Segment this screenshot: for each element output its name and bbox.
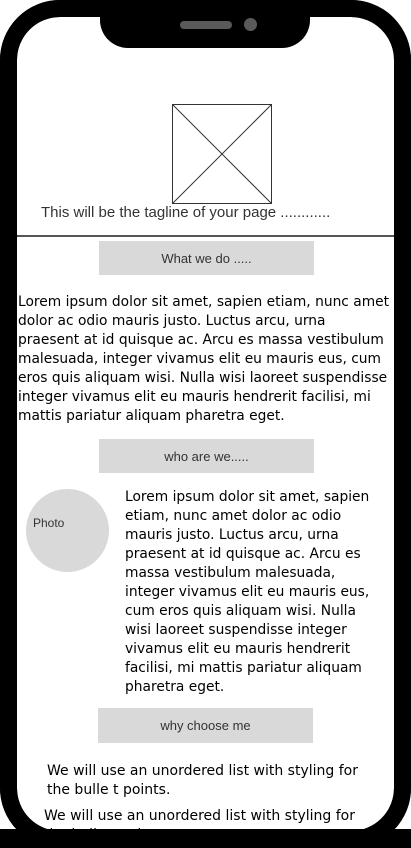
- what-we-do-button[interactable]: What we do .....: [99, 241, 314, 275]
- phone-bottom-bezel: [0, 829, 411, 848]
- list-item: We will use an unordered list with styli…: [47, 763, 358, 798]
- image-placeholder-icon: [172, 104, 272, 204]
- header-divider: [0, 235, 411, 237]
- photo-placeholder: Photo: [26, 489, 109, 572]
- why-choose-me-button[interactable]: why choose me: [98, 708, 313, 743]
- page-tagline: This will be the tagline of your page ..…: [41, 204, 331, 221]
- speaker-icon: [180, 21, 232, 29]
- who-are-we-text: Lorem ipsum dolor sit amet, sapien etiam…: [125, 489, 370, 695]
- what-we-do-text: Lorem ipsum dolor sit amet, sapien etiam…: [18, 294, 390, 424]
- camera-icon: [244, 18, 257, 31]
- who-are-we-button[interactable]: who are we.....: [99, 439, 314, 473]
- photo-label: Photo: [33, 516, 65, 530]
